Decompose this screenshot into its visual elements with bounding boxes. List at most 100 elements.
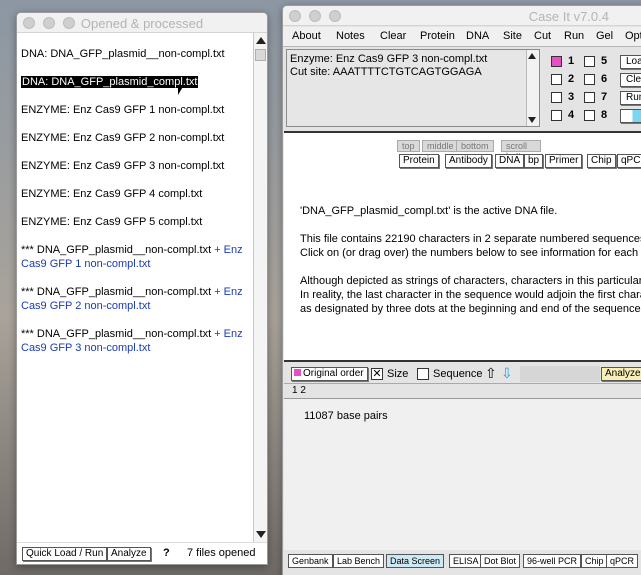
combo-list-item[interactable]: *** DNA_GFP_plasmid__non-compl.txt + Enz… bbox=[21, 243, 251, 271]
tab-dot-blot[interactable]: Dot Blot bbox=[480, 554, 521, 568]
left-scrollbar[interactable] bbox=[253, 33, 267, 542]
primer-tool-button[interactable]: Primer bbox=[545, 154, 583, 168]
menu-run[interactable]: Run bbox=[564, 30, 584, 42]
left-footer: Quick Load / Run Analyze ? 7 files opene… bbox=[17, 542, 267, 564]
clear-button[interactable]: Clear bbox=[620, 73, 641, 87]
lane-label: 2 bbox=[568, 73, 575, 85]
menu-cut[interactable]: Cut bbox=[534, 30, 551, 42]
size-label: Size bbox=[387, 368, 409, 380]
although-text: Although depicted as strings of characte… bbox=[300, 275, 641, 287]
scroll-thumb[interactable] bbox=[255, 49, 266, 61]
list-item[interactable]: ENZYME: Enz Cas9 GFP 3 non-compl.txt bbox=[21, 159, 251, 173]
tab-genbank[interactable]: Genbank bbox=[288, 554, 333, 568]
opened-processed-window: Opened & processed DNA: DNA_GFP_plasmid_… bbox=[16, 12, 268, 565]
tab-chip[interactable]: Chip bbox=[581, 554, 608, 568]
enzyme-info-box: Enzyme: Enz Cas9 GFP 3 non-compl.txt Cut… bbox=[286, 49, 540, 127]
right-titlebar: Case It v7.0.4 bbox=[283, 6, 641, 26]
tab-lab-bench[interactable]: Lab Bench bbox=[333, 554, 385, 568]
left-titlebar: Opened & processed bbox=[17, 13, 267, 33]
lane-label: 8 bbox=[601, 109, 608, 121]
pink-swatch-icon bbox=[294, 369, 301, 376]
scroll-down-arrow-icon[interactable] bbox=[256, 531, 266, 538]
bottom-tab-bar: Genbank Lab Bench Data Screen ELISA Dot … bbox=[284, 552, 641, 570]
menu-protein[interactable]: Protein bbox=[420, 30, 455, 42]
menu-bar: About Notes Clear Protein DNA Site Cut R… bbox=[283, 27, 641, 47]
files-opened-count: 7 files opened bbox=[187, 547, 256, 559]
tab-data-screen[interactable]: Data Screen bbox=[386, 554, 445, 568]
menu-gel[interactable]: Gel bbox=[596, 30, 613, 42]
case-it-main-window: Case It v7.0.4 About Notes Clear Protein… bbox=[282, 5, 641, 575]
original-order-button[interactable]: Original order bbox=[291, 367, 368, 381]
protein-tool-button[interactable]: Protein bbox=[399, 154, 439, 168]
lane-checkbox-7[interactable] bbox=[584, 92, 595, 103]
tab-bottom[interactable]: bottom bbox=[456, 140, 494, 152]
list-item[interactable]: ENZYME: Enz Cas9 GFP 4 compl.txt bbox=[21, 187, 251, 201]
gel-lanes-panel: 1 2 3 4 5 6 7 8 Load Clear Run bbox=[544, 49, 641, 127]
menu-opt[interactable]: Opt bbox=[625, 30, 641, 42]
data-screen-text-area: top middle bottom scroll buttons Protein… bbox=[284, 131, 641, 362]
antibody-tool-button[interactable]: Antibody bbox=[445, 154, 492, 168]
lane-label: 6 bbox=[601, 73, 608, 85]
minimize-window-button[interactable] bbox=[309, 10, 321, 22]
qpcr-tool-button[interactable]: qPCR bbox=[617, 154, 641, 168]
size-checkbox[interactable]: ✕ bbox=[371, 368, 383, 380]
arrow-up-outline-icon[interactable]: ⇧ bbox=[485, 365, 497, 382]
lane-checkbox-6[interactable] bbox=[584, 74, 595, 85]
arrow-down-blue-icon[interactable]: ⇩ bbox=[501, 365, 513, 382]
help-button[interactable]: ? bbox=[163, 547, 170, 559]
analyze-sequence-button[interactable]: Analyze bbox=[601, 367, 641, 381]
app-window-title: Case It v7.0.4 bbox=[528, 9, 609, 24]
lane-checkbox-5[interactable] bbox=[584, 56, 595, 67]
base-pairs-text: 11087 base pairs bbox=[304, 410, 388, 422]
dna-tool-button[interactable]: DNA bbox=[495, 154, 525, 168]
close-window-button[interactable] bbox=[289, 10, 301, 22]
menu-clear[interactable]: Clear bbox=[380, 30, 406, 42]
run-button[interactable]: Run bbox=[620, 91, 641, 105]
quick-load-run-button[interactable]: Quick Load / Run bbox=[22, 547, 108, 561]
sequence-label: Sequence bbox=[433, 368, 483, 380]
lane-checkbox-8[interactable] bbox=[584, 110, 595, 121]
sequence-numbers[interactable]: 1 2 bbox=[292, 385, 306, 396]
analyze-button[interactable]: Analyze bbox=[107, 547, 151, 561]
click-instructions-text: Click on (or drag over) the numbers belo… bbox=[300, 247, 641, 259]
menu-dna[interactable]: DNA bbox=[466, 30, 489, 42]
combo-list-item[interactable]: *** DNA_GFP_plasmid__non-compl.txt + Enz… bbox=[21, 285, 251, 313]
list-item[interactable]: DNA: DNA_GFP_plasmid__non-compl.txt bbox=[21, 47, 251, 61]
tab-scroll-buttons[interactable]: scroll buttons bbox=[501, 140, 541, 161]
scroll-down-arrow-icon[interactable] bbox=[528, 117, 536, 123]
list-item[interactable]: ENZYME: Enz Cas9 GFP 2 non-compl.txt bbox=[21, 131, 251, 145]
tab-middle[interactable]: middle bbox=[422, 140, 459, 152]
lane-checkbox-2[interactable] bbox=[551, 74, 562, 85]
enzyme-scrollbar[interactable] bbox=[526, 50, 539, 126]
scroll-up-arrow-icon[interactable] bbox=[256, 37, 266, 44]
load-button[interactable]: Load bbox=[620, 55, 641, 69]
lane-checkbox-1[interactable] bbox=[551, 56, 562, 67]
zoom-window-button[interactable] bbox=[329, 10, 341, 22]
tab-top[interactable]: top bbox=[397, 140, 420, 152]
sequence-checkbox[interactable] bbox=[417, 368, 429, 380]
sequence-number-row: 1 2 bbox=[284, 384, 641, 398]
scroll-up-arrow-icon[interactable] bbox=[528, 53, 536, 59]
lane-checkbox-4[interactable] bbox=[551, 110, 562, 121]
lane-label: 4 bbox=[568, 109, 575, 121]
color-button[interactable] bbox=[620, 109, 641, 123]
tab-96-well-pcr[interactable]: 96-well PCR bbox=[523, 554, 582, 568]
list-item-selected[interactable]: DNA: DNA_GFP_plasmid_compl.txt bbox=[21, 75, 251, 89]
combo-list-item[interactable]: *** DNA_GFP_plasmid__non-compl.txt + Enz… bbox=[21, 327, 251, 355]
menu-notes[interactable]: Notes bbox=[336, 30, 365, 42]
base-pair-display: 11087 base pairs bbox=[284, 398, 641, 550]
tab-elisa[interactable]: ELISA bbox=[449, 554, 483, 568]
bp-tool-button[interactable]: bp bbox=[524, 154, 544, 168]
opened-files-list: DNA: DNA_GFP_plasmid__non-compl.txt DNA:… bbox=[17, 33, 254, 542]
lane-label: 3 bbox=[568, 91, 575, 103]
menu-about[interactable]: About bbox=[292, 30, 321, 42]
tab-qpcr[interactable]: qPCR bbox=[606, 554, 639, 568]
list-item[interactable]: ENZYME: Enz Cas9 GFP 5 compl.txt bbox=[21, 215, 251, 229]
lane-checkbox-3[interactable] bbox=[551, 92, 562, 103]
active-file-text: 'DNA_GFP_plasmid_compl.txt' is the activ… bbox=[300, 205, 558, 217]
chip-tool-button[interactable]: Chip bbox=[587, 154, 616, 168]
menu-site[interactable]: Site bbox=[503, 30, 522, 42]
list-item[interactable]: ENZYME: Enz Cas9 GFP 1 non-compl.txt bbox=[21, 103, 251, 117]
lane-label: 1 bbox=[568, 55, 575, 67]
lane-label: 5 bbox=[601, 55, 608, 67]
